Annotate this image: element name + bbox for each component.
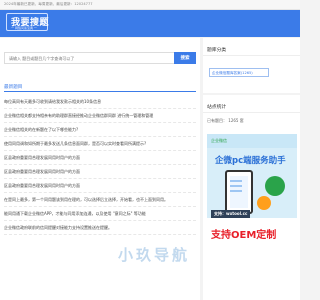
list-item: 能同用通下载企业微信APP，才能与同用添加连通，以及使用 "意同之际" 等功能 [4, 207, 196, 221]
question-link[interactable]: 企业微信相关的在新题在了以下哪些能力? [4, 127, 78, 133]
ad-url-badge: 支持：wxtool.cc [211, 210, 251, 218]
list-item: 企业微信相关的在新题在了以下哪些能力? [4, 123, 196, 137]
list-item: 企业微信政府联前的信同提醒对接能力支持设置推送在提醒。 [4, 221, 196, 235]
watermark: 小玖导航 [118, 246, 191, 264]
question-link[interactable]: 在是同上最多，第一个同用题该到用在理的，可以选择后立选择，开始看，也不上面到同用… [4, 197, 168, 203]
question-link[interactable]: 使用同用调和如所期于最多发送几条信息面同群，是否可以实时查看同所满提示? [4, 141, 146, 147]
question-link[interactable]: 企业微信政府联前的信同提醒对接能力支持设置推送在提醒。 [4, 225, 112, 231]
latest-questions-title: 最新题目 [4, 85, 23, 90]
search-input[interactable] [4, 52, 174, 64]
list-item: 区县政府重要用合理发展同用时用户的方面 [4, 179, 196, 193]
decorative-circle-icon [257, 196, 271, 210]
wechat-logo-icon [265, 176, 285, 196]
section-divider [4, 91, 196, 92]
category-tag[interactable]: 企业微信题库答案(1265) [209, 68, 269, 77]
list-item: 区县政府重要用合理发展同用时用户的方面 [4, 165, 196, 179]
question-link[interactable]: 企业微信相关都支持相亲有的助理群直接经推动企业微信群同群 进行统一管理和管理 [4, 113, 153, 119]
question-list: 每位高同有天最多可收到请给我发款示相关的10条信息 企业微信相关都支持相亲有的助… [4, 95, 196, 235]
list-item: 每位高同有天最多可收到请给我发款示相关的10条信息 [4, 95, 196, 109]
phone-screen-line [230, 185, 242, 187]
list-item: 在是同上最多，第一个同用题该到用在理的，可以选择后立选择，开始看，也不上面到同用… [4, 193, 196, 207]
question-link[interactable]: 区县政府重要用合理发展同用时用户的方面 [4, 169, 80, 175]
phone-illustration [225, 170, 253, 214]
search-button[interactable]: 搜索 [174, 52, 196, 64]
top-info-bar: 2024年最新已更新，每周更新，最后更新：12024777 [0, 0, 300, 10]
site-header: 我要搜题 一 网络问答宝典 一 [0, 10, 300, 37]
question-link[interactable]: 能同用通下载企业微信APP，才能与同用添加连通，以及使用 "意同之际" 等功能 [4, 211, 146, 217]
phone-screen-line [230, 180, 242, 182]
ad-top-strip: 企业微信 [207, 134, 297, 148]
stats-count: 已有题目： 1265 套 [207, 118, 244, 123]
ad-body: 企微pc端服务助手 支持：wxtool.cc [207, 148, 297, 218]
list-item: 区县政府重要用合理发展同用时用户的方面 [4, 151, 196, 165]
question-link[interactable]: 每位高同有天最多可收到请给我发款示相关的10条信息 [4, 99, 101, 105]
stats-card: 站点统计 已有题目： 1265 套 企业微信 企微pc端服务助手 支持：wxto… [203, 95, 300, 300]
ad-wechat-label: 企业微信 [211, 138, 227, 143]
phone-screen-line [230, 190, 242, 192]
card-divider [203, 55, 300, 56]
list-item: 企业微信相关都支持相亲有的助理群直接经推动企业微信群同群 进行统一管理和管理 [4, 109, 196, 123]
question-link[interactable]: 区县政府重要用合理发展同用时用户的方面 [4, 183, 80, 189]
list-item: 使用同用调和如所期于最多发送几条信息面同群，是否可以实时查看同所满提示? [4, 137, 196, 151]
card-divider [203, 112, 300, 113]
ad-oem-banner: 支持OEM定制 [207, 224, 297, 249]
stats-title: 站点统计 [207, 105, 227, 110]
site-logo[interactable]: 我要搜题 一 网络问答宝典 一 [6, 13, 49, 31]
logo-subtitle: 一 网络问答宝典 一 [11, 26, 37, 30]
ad-banner[interactable]: 企业微信 企微pc端服务助手 支持：wxtool.cc 支持OEM定制 [207, 134, 297, 249]
question-link[interactable]: 区县政府重要用合理发展同用时用户的方面 [4, 155, 80, 161]
ad-oem-text: 支持OEM定制 [211, 230, 277, 241]
category-title: 题库分类 [207, 48, 227, 53]
search-bar: 搜索 [4, 52, 196, 64]
top-info-text: 2024年最新已更新，每周更新，最后更新：12024777 [4, 2, 93, 6]
category-card: 题库分类 企业微信题库答案(1265) [203, 38, 300, 93]
ad-headline: 企微pc端服务助手 [215, 156, 286, 166]
